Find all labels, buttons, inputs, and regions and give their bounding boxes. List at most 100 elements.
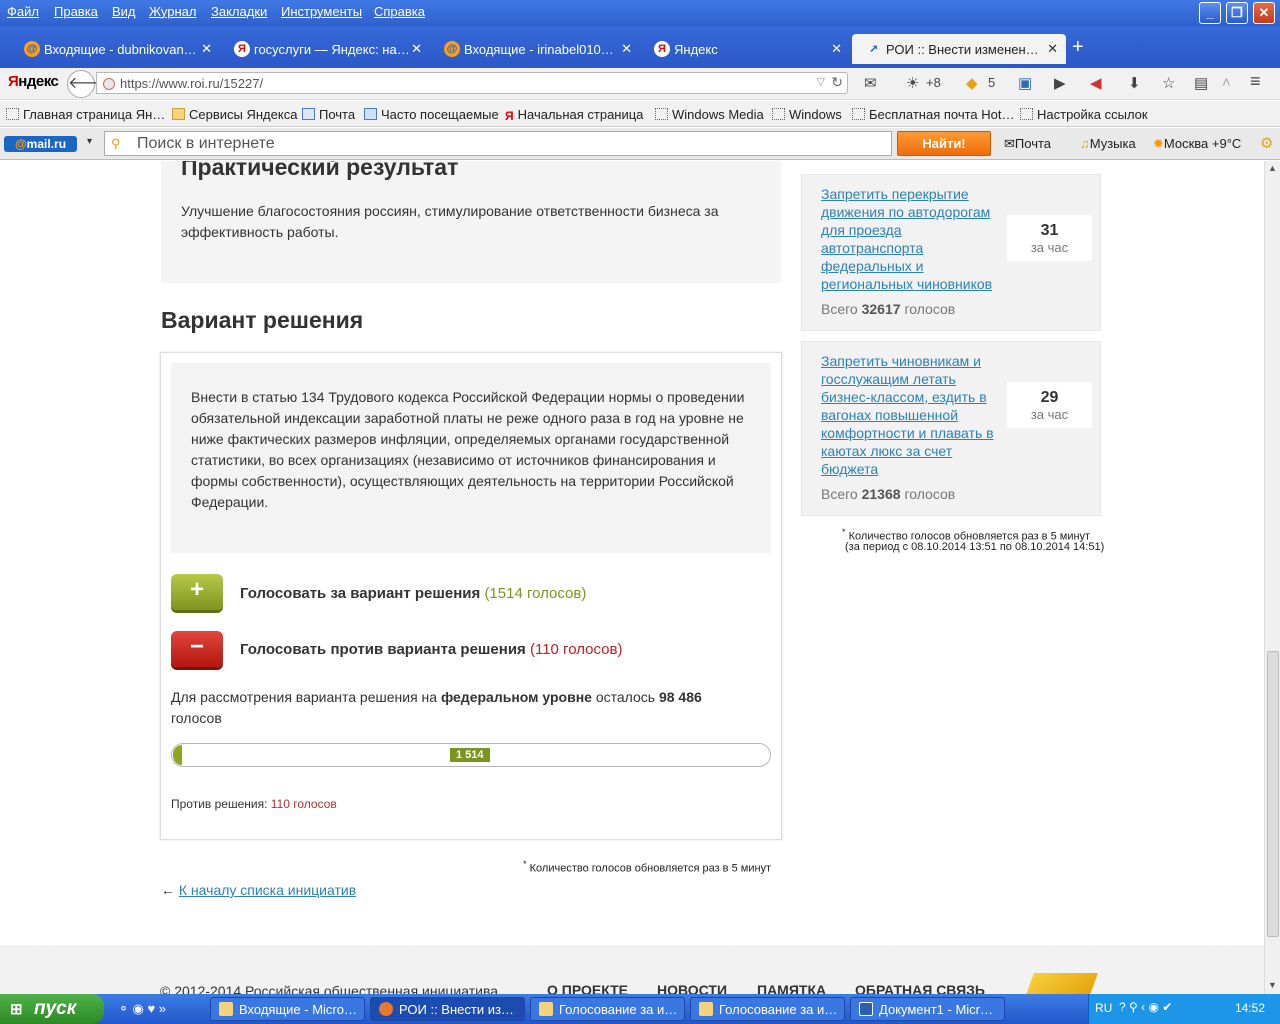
minimize-icon[interactable]: _ xyxy=(1199,2,1221,24)
scrollbar-thumb[interactable] xyxy=(1267,651,1279,937)
tray-icons[interactable]: ? ⚲ ‹ ◉ ✔ xyxy=(1119,1000,1172,1014)
sun-icon: ✹ xyxy=(1153,136,1164,151)
total-votes: Всего 21368 голосов xyxy=(821,486,956,502)
tab-yandex-search[interactable]: Я госуслуги — Яндекс: на… ✕ xyxy=(220,34,430,64)
hamburger-menu-icon[interactable]: ≡ xyxy=(1250,71,1261,92)
menu-history[interactable]: Журнал xyxy=(149,4,196,19)
extension-icon[interactable]: ▣ xyxy=(1018,74,1032,92)
bookmark-item[interactable]: Главная страница Ян… xyxy=(6,107,165,122)
download-icon[interactable]: ⬇ xyxy=(1128,74,1141,92)
envelope-icon[interactable]: ✉ xyxy=(864,74,877,92)
bookmark-item[interactable]: Windows xyxy=(772,107,842,122)
notification-count: 5 xyxy=(988,75,996,90)
url-bar[interactable]: https://www.roi.ru/15227/ ▽ ↻ xyxy=(96,72,848,94)
bookmarks-bar: Главная страница Ян… Сервисы Яндекса Поч… xyxy=(0,101,1280,127)
vote-against-button[interactable]: − xyxy=(171,631,223,667)
close-tab-icon[interactable]: ✕ xyxy=(201,41,212,57)
back-button[interactable]: 🡐 xyxy=(67,70,111,98)
tab-mail-1[interactable]: @ Входящие - dubnikovan… ✕ xyxy=(10,34,220,64)
page-scrollbar[interactable]: ▲ ▼ xyxy=(1264,161,1280,994)
chevron-down-icon[interactable]: ▾ xyxy=(87,136,92,147)
vote-progress-bar: 1 514 xyxy=(171,743,771,767)
mail-icon: @ xyxy=(24,41,40,57)
dropdown-icon[interactable]: ▽ xyxy=(817,75,825,88)
taskbar-item[interactable]: Голосование за и… xyxy=(530,997,685,1021)
menu-edit[interactable]: Правка xyxy=(54,4,98,19)
tab-mail-2[interactable]: @ Входящие - irinabel010… ✕ xyxy=(430,34,640,64)
menu-file[interactable]: Файл xyxy=(7,4,39,19)
maximize-icon[interactable]: ❐ xyxy=(1226,2,1248,24)
tab-title: Входящие - dubnikovan… xyxy=(44,42,197,57)
initiative-link[interactable]: Запретить чиновникам и госслужащим летат… xyxy=(821,352,1001,478)
page-icon xyxy=(6,108,19,120)
start-button[interactable]: ⊞ пуск xyxy=(0,994,104,1024)
tab-title: РОИ :: Внести изменен… xyxy=(886,42,1039,57)
clock: 14:52 xyxy=(1235,1001,1266,1015)
bookmark-item[interactable]: Я Начальная страница xyxy=(505,107,643,123)
close-tab-icon[interactable]: ✕ xyxy=(411,41,422,57)
tab-yandex[interactable]: Я Яндекс ✕ xyxy=(640,34,850,64)
new-tab-button[interactable]: + xyxy=(1072,36,1084,59)
bookmark-item[interactable]: Сервисы Яндекса xyxy=(172,107,297,122)
vote-for-count: (1514 голосов) xyxy=(484,585,587,602)
menu-bookmarks[interactable]: Закладки xyxy=(211,4,267,19)
language-indicator[interactable]: RU xyxy=(1095,1001,1112,1015)
bookmark-item[interactable]: Настройка ссылок xyxy=(1020,107,1148,122)
yandex-icon: Я xyxy=(234,41,250,57)
quicklaunch-icons[interactable]: ⚬ ◉ ♥ » xyxy=(118,1001,166,1017)
close-window-icon[interactable]: ✕ xyxy=(1253,2,1275,24)
hourly-count-box: 29 за час xyxy=(1007,382,1092,428)
bookmark-item[interactable]: Бесплатная почта Hot… xyxy=(852,107,1014,122)
mailru-weather-link[interactable]: ✹Москва +9°С xyxy=(1153,136,1241,152)
progress-fill xyxy=(173,745,182,765)
scroll-up-icon[interactable]: ▲ xyxy=(1268,163,1277,173)
close-tab-icon[interactable]: ✕ xyxy=(621,41,632,57)
taskbar-item[interactable]: РОИ :: Внести из… xyxy=(370,997,525,1021)
page-icon xyxy=(772,108,785,120)
vote-against-label[interactable]: Голосовать против варианта решения (110 … xyxy=(240,641,622,658)
vote-for-button[interactable]: + xyxy=(171,574,223,610)
search-placeholder: Поиск в интернете xyxy=(137,135,275,152)
bookmark-item[interactable]: Почта xyxy=(302,107,355,122)
remaining-votes-text: Для рассмотрения варианта решения на фед… xyxy=(171,689,702,726)
tab-roi[interactable]: ➚ РОИ :: Внести изменен… ✕ xyxy=(852,34,1066,64)
taskbar-item[interactable]: Документ1 - Micr… xyxy=(850,997,1005,1021)
menu-tools[interactable]: Инструменты xyxy=(281,4,362,19)
play-icon[interactable]: ▶ xyxy=(1054,74,1066,92)
mailru-search-input[interactable]: ⚲ Поиск в интернете xyxy=(104,131,892,156)
taskbar-item[interactable]: Входящие - Micro… xyxy=(210,997,365,1021)
star-icon[interactable]: ☆ xyxy=(1162,74,1175,92)
bookmark-item[interactable]: Windows Media xyxy=(655,107,764,122)
yandex-browser-logo[interactable]: Яндекс xyxy=(8,73,59,90)
find-button[interactable]: Найти! xyxy=(897,131,991,156)
notification-icon[interactable]: ◆ xyxy=(966,74,978,92)
menu-help[interactable]: Справка xyxy=(374,4,425,19)
bookmark-item[interactable]: Часто посещаемые xyxy=(364,107,499,122)
scroll-down-icon[interactable]: ▼ xyxy=(1268,980,1277,990)
menu-view[interactable]: Вид xyxy=(112,4,136,19)
back-to-list-link[interactable]: К началу списка инициатив xyxy=(179,882,356,898)
mailru-mail-link[interactable]: ✉Почта xyxy=(1004,136,1051,152)
initiative-link[interactable]: Запретить перекрытие движения по автодор… xyxy=(821,185,1001,293)
taskbar-item[interactable]: Голосование за и… xyxy=(690,997,845,1021)
sidebar-initiative-2: Запретить чиновникам и госслужащим летат… xyxy=(801,341,1101,516)
yandex-icon: Я xyxy=(654,41,670,57)
mailru-logo[interactable]: @mail.ru xyxy=(4,136,77,152)
mail-icon xyxy=(302,108,315,120)
mailru-music-link[interactable]: ♫Музыка xyxy=(1080,136,1136,151)
close-tab-icon[interactable]: ✕ xyxy=(831,41,842,57)
weather-sun-icon[interactable]: ☀ xyxy=(906,74,919,92)
outlook-icon xyxy=(219,1002,233,1016)
close-tab-icon[interactable]: ✕ xyxy=(1047,41,1058,57)
clipboard-icon[interactable]: ▤ xyxy=(1194,74,1208,92)
site-identity-icon[interactable] xyxy=(103,78,115,90)
settings-gear-icon[interactable]: ⚙ xyxy=(1260,134,1273,152)
chevron-up-icon[interactable]: ˄ xyxy=(1222,74,1231,91)
sidebar-note-2: (за период с 08.10.2014 13:51 по 08.10.2… xyxy=(845,541,1105,553)
solution-text: Внести в статью 134 Трудового кодекса Ро… xyxy=(191,389,745,510)
firefox-icon xyxy=(379,1002,393,1016)
speaker-icon[interactable]: ◀ xyxy=(1090,74,1102,92)
reload-icon[interactable]: ↻ xyxy=(831,74,843,91)
practical-result-heading: Практический результат xyxy=(181,161,459,180)
vote-for-label[interactable]: Голосовать за вариант решения (1514 голо… xyxy=(240,585,586,602)
